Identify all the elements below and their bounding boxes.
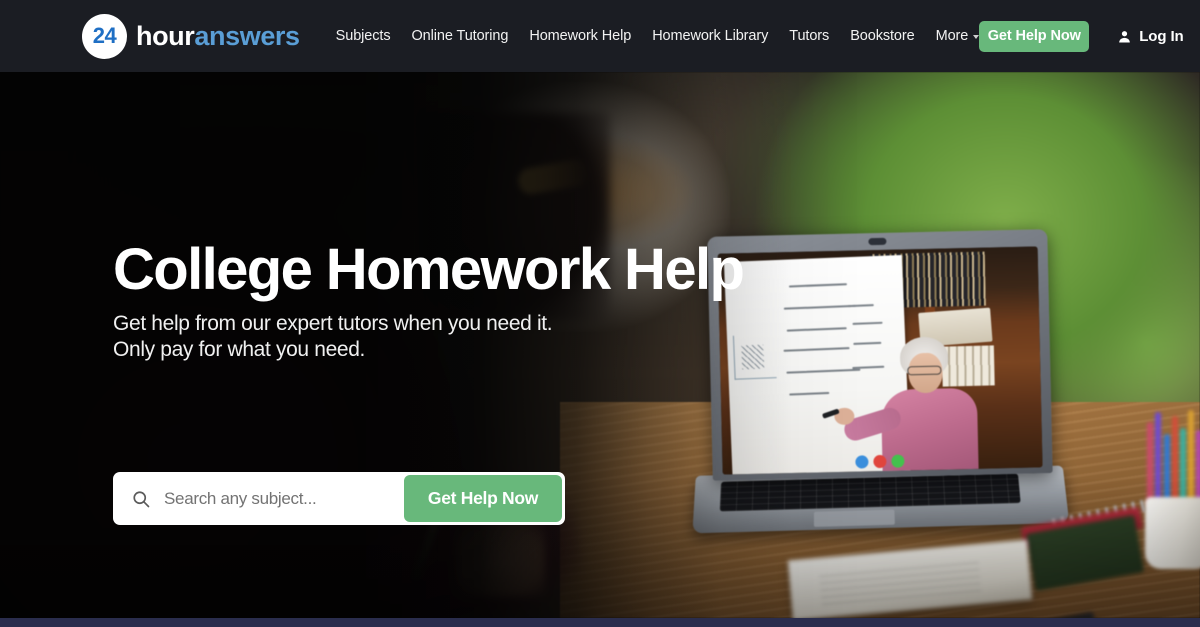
header-actions: Get Help Now Log In: [979, 20, 1184, 52]
login-label: Log In: [1139, 27, 1184, 45]
logo-word-answers: answers: [194, 20, 300, 51]
bottom-accent-strip: [0, 618, 1200, 627]
hero-content: College Homework Help Get help from our …: [113, 237, 745, 363]
login-link[interactable]: Log In: [1117, 27, 1184, 45]
hero-subtitle: Get help from our expert tutors when you…: [113, 311, 743, 363]
nav-label-subjects: Subjects: [335, 28, 391, 44]
hero-subtitle-line-2: Only pay for what you need.: [113, 338, 366, 362]
logo-wordmark: houranswers: [136, 20, 300, 51]
main-navigation: Subjects Online Tutoring Homework Help H…: [336, 28, 980, 44]
page-title: College Homework Help: [113, 237, 745, 302]
chevron-down-icon: [973, 35, 980, 39]
page-root: 24 houranswers Subjects Online Tutoring …: [0, 0, 1200, 627]
nav-label-more: More: [935, 28, 969, 44]
nav-label-homework-library: Homework Library: [652, 28, 769, 44]
hero-subtitle-line-1: Get help from our expert tutors when you…: [113, 312, 553, 336]
search-input[interactable]: [164, 488, 404, 509]
hero-section: College Homework Help Get help from our …: [0, 72, 1200, 618]
nav-label-homework-help: Homework Help: [529, 28, 632, 44]
logo-word-hour: hour: [136, 20, 195, 51]
header-get-help-now-button[interactable]: Get Help Now: [979, 20, 1090, 52]
nav-item-homework-library[interactable]: Homework Library: [652, 28, 768, 44]
nav-item-more[interactable]: More: [936, 28, 980, 44]
nav-item-bookstore[interactable]: Bookstore: [850, 28, 914, 44]
user-icon: [1119, 30, 1131, 42]
search-icon: [131, 489, 151, 509]
nav-label-tutors: Tutors: [789, 28, 830, 44]
nav-item-tutors[interactable]: Tutors: [789, 28, 829, 44]
nav-label-online-tutoring: Online Tutoring: [411, 28, 509, 44]
nav-item-homework-help[interactable]: Homework Help: [529, 28, 631, 44]
hero-get-help-now-button[interactable]: Get Help Now: [404, 475, 562, 522]
site-logo[interactable]: 24 houranswers: [82, 13, 300, 59]
site-header: 24 houranswers Subjects Online Tutoring …: [0, 0, 1200, 72]
nav-item-online-tutoring[interactable]: Online Tutoring: [412, 28, 509, 44]
nav-label-bookstore: Bookstore: [850, 28, 915, 44]
logo-badge-24: 24: [82, 13, 127, 59]
nav-item-subjects[interactable]: Subjects: [336, 28, 391, 44]
hero-search-bar: Get Help Now: [113, 472, 565, 525]
